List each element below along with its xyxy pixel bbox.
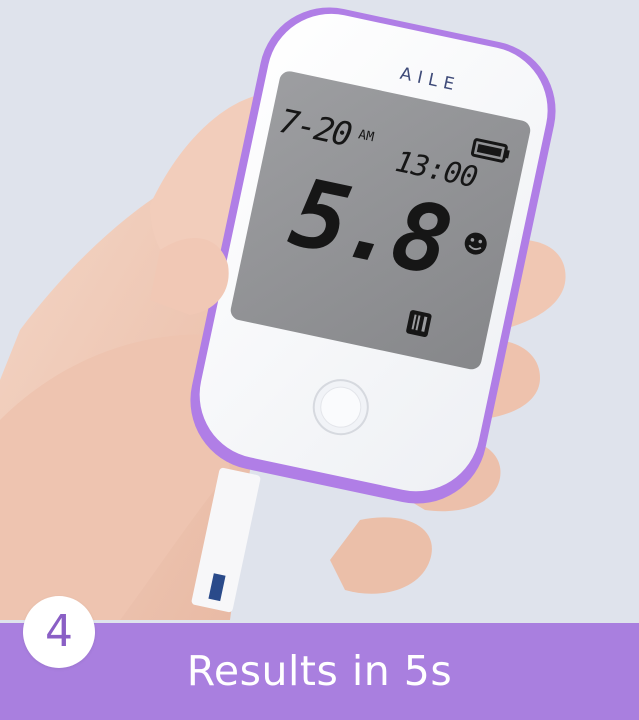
product-image: AILE 7-20 AM 13:00 5.8 Results in 5s 4 [0,0,639,720]
lcd-readout: 7-20 AM 13:00 5.8 [219,76,525,375]
caption-banner: Results in 5s [0,623,639,720]
step-number-badge: 4 [23,596,95,668]
lcd-am-pm: AM [356,127,376,146]
photo-scene: AILE 7-20 AM 13:00 5.8 [0,0,639,720]
lcd-date: 7-20 [275,100,354,154]
caption-text: Results in 5s [186,647,453,695]
